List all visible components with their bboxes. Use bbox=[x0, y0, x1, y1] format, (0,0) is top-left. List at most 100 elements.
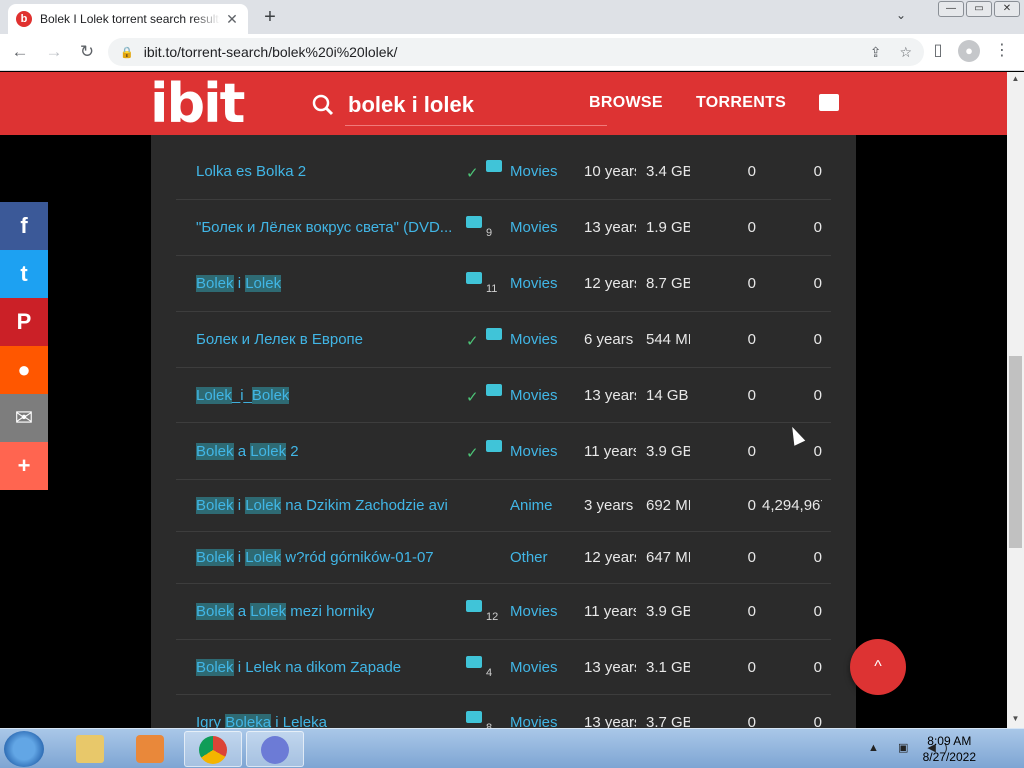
name-text: Igry bbox=[196, 714, 226, 728]
twitter-icon[interactable]: t bbox=[0, 250, 48, 298]
share-icon[interactable]: ⇪ bbox=[870, 44, 882, 61]
search-highlight: Boleka bbox=[225, 714, 272, 728]
search-highlight: Bolek bbox=[196, 497, 234, 514]
clock[interactable]: 8:09 AM 8/27/2022 bbox=[923, 733, 976, 765]
torrent-name-link[interactable]: Lolka es Bolka 2 bbox=[196, 163, 306, 180]
comment-count: 11 bbox=[486, 283, 498, 295]
more-icon[interactable]: + bbox=[0, 442, 48, 490]
pinterest-icon[interactable]: P bbox=[0, 298, 48, 346]
site-logo[interactable]: ibit bbox=[150, 76, 245, 132]
search-highlight: Bolek bbox=[196, 442, 234, 460]
taskbar-chrome[interactable] bbox=[184, 731, 242, 767]
profile-button[interactable]: ● bbox=[958, 40, 982, 62]
tab-close-icon[interactable]: ✕ bbox=[224, 11, 240, 28]
age-cell: 11 years bbox=[584, 442, 636, 460]
category-link[interactable]: Anime bbox=[510, 497, 553, 514]
tab-search-chevron-icon[interactable]: ⌄ bbox=[896, 8, 906, 22]
close-window-button[interactable]: ✕ bbox=[994, 1, 1020, 17]
side-panel-icon[interactable]: ▯ bbox=[926, 40, 950, 60]
taskbar-torrent-client[interactable] bbox=[246, 731, 304, 767]
search-highlight: Bolek bbox=[196, 275, 234, 292]
comment-icon bbox=[486, 328, 502, 340]
seeders-cell: 0 bbox=[747, 275, 756, 292]
comment-count: 9 bbox=[486, 226, 493, 239]
verified-check-icon: ✓ bbox=[466, 388, 479, 406]
minimize-button[interactable]: — bbox=[938, 1, 964, 17]
torrent-name-link[interactable]: Igry Boleka i Leleka bbox=[196, 714, 327, 728]
address-bar[interactable]: 🔒 ibit.to/torrent-search/bolek%20i%20lol… bbox=[108, 38, 924, 66]
comment-icon bbox=[486, 383, 502, 396]
start-button[interactable] bbox=[4, 731, 44, 767]
torrent-name-link[interactable]: Bolek i Lolek na Dzikim Zachodzie avi bbox=[196, 497, 448, 514]
category-link[interactable]: Movies bbox=[510, 387, 558, 404]
reload-icon[interactable]: ↻ bbox=[75, 40, 99, 64]
email-icon[interactable]: ✉ bbox=[0, 394, 48, 442]
results-panel: Lolka es Bolka 2 ✓ Movies 10 years 3.4 GB 0 0 "… bbox=[151, 135, 856, 728]
torrent-name-link[interactable]: Болек и Лелек в Европе bbox=[196, 331, 363, 348]
seeders-cell: 0 bbox=[747, 163, 756, 180]
search-highlight: Bolek bbox=[196, 549, 234, 566]
reddit-icon[interactable]: ● bbox=[0, 346, 48, 394]
scroll-up-icon[interactable]: ▲ bbox=[1007, 74, 1024, 83]
table-row[interactable]: Болек и Лелек в Европе ✓ Movies 6 years 544 … bbox=[176, 312, 831, 368]
facebook-icon[interactable]: f bbox=[0, 202, 48, 250]
name-text: i Lelek na dikom Zapade bbox=[233, 658, 402, 676]
size-cell: 14 GB bbox=[646, 386, 689, 404]
age-cell: 11 years bbox=[584, 603, 636, 620]
category-link[interactable]: Movies bbox=[510, 275, 558, 292]
category-link[interactable]: Other bbox=[510, 549, 548, 566]
bookmark-star-icon[interactable]: ☆ bbox=[899, 44, 912, 61]
table-row[interactable]: Igry Boleka i Leleka 8 Movies 13 years 3.7 G… bbox=[176, 695, 831, 728]
leechers-cell: 4,294,967, bbox=[762, 497, 822, 514]
table-row[interactable]: Lolka es Bolka 2 ✓ Movies 10 years 3.4 GB 0 0 bbox=[176, 144, 831, 200]
account-icon[interactable] bbox=[819, 94, 839, 111]
back-arrow-icon[interactable]: ← bbox=[8, 40, 32, 64]
torrent-name-link[interactable]: "Болек и Лёлек вокрус света" (DVD... bbox=[196, 219, 452, 236]
torrent-name-link[interactable]: Bolek i Lolek bbox=[196, 275, 282, 292]
torrent-name-link[interactable]: Bolek a Lolek 2 bbox=[196, 442, 299, 460]
table-row[interactable]: Bolek a Lolek 2 ✓ Movies 11 years 3.9 GB 0 0 bbox=[176, 423, 831, 480]
torrent-name-link[interactable]: Bolek i Lolek w?ród górników-01-07 bbox=[196, 549, 434, 566]
name-text: na Dzikim Zachodzie avi bbox=[281, 497, 448, 514]
category-link[interactable]: Movies bbox=[510, 331, 558, 348]
taskbar-media-player[interactable] bbox=[122, 731, 180, 767]
category-link[interactable]: Movies bbox=[510, 714, 558, 728]
age-cell: 13 years bbox=[584, 714, 636, 728]
torrent-name-link[interactable]: Bolek i Lelek na dikom Zapade bbox=[196, 658, 402, 676]
category-link[interactable]: Movies bbox=[510, 219, 558, 236]
category-link[interactable]: Movies bbox=[510, 659, 558, 676]
nav-torrents-link[interactable]: TORRENTS bbox=[696, 94, 786, 112]
search-input[interactable]: bolek i lolek bbox=[348, 92, 474, 118]
clock-time: 8:09 AM bbox=[927, 734, 972, 748]
browser-tab[interactable]: b Bolek I Lolek torrent search results ✕ bbox=[8, 4, 248, 34]
table-row[interactable]: Bolek i Lolek 11 Movies 12 years 8.7 GB 0 0 bbox=[176, 256, 831, 312]
category-link[interactable]: Movies bbox=[510, 163, 558, 180]
category-link[interactable]: Movies bbox=[510, 443, 558, 460]
table-row[interactable]: Bolek i Lolek w?ród górników-01-07 Other 1… bbox=[176, 532, 831, 584]
category-link[interactable]: Movies bbox=[510, 603, 558, 620]
scroll-to-top-button[interactable]: ^ bbox=[850, 639, 906, 695]
forward-arrow-icon[interactable]: → bbox=[42, 40, 66, 64]
maximize-button[interactable]: ▭ bbox=[966, 1, 992, 17]
scroll-down-icon[interactable]: ▼ bbox=[1007, 714, 1024, 723]
table-row[interactable]: Lolek_i_Bolek ✓ Movies 13 years 14 GB 0 0 bbox=[176, 368, 831, 423]
new-tab-button[interactable]: + bbox=[258, 6, 282, 30]
table-row[interactable]: "Болек и Лёлек вокрус света" (DVD... 9 Mov… bbox=[176, 199, 831, 256]
page-scrollbar[interactable]: ▲ ▼ bbox=[1007, 72, 1024, 728]
url-text: ibit.to/torrent-search/bolek%20i%20lolek… bbox=[143, 44, 398, 60]
menu-dots-icon[interactable]: ⋮ bbox=[990, 40, 1014, 60]
table-row[interactable]: Bolek a Lolek mezi horniky 12 Movies 11 yea… bbox=[176, 584, 831, 640]
nav-browse-link[interactable]: BROWSE bbox=[589, 94, 663, 112]
search-icon[interactable] bbox=[312, 94, 334, 116]
browser-toolbar: ← → ↻ 🔒 ibit.to/torrent-search/bolek%20i… bbox=[0, 34, 1024, 71]
torrent-name-link[interactable]: Bolek a Lolek mezi horniky bbox=[196, 603, 374, 620]
search-highlight: Lolek bbox=[250, 603, 287, 620]
name-text: _i_ bbox=[231, 386, 252, 404]
table-row[interactable]: Bolek i Lelek na dikom Zapade 4 Movies 13 y… bbox=[176, 640, 831, 695]
torrent-name-link[interactable]: Lolek_i_Bolek bbox=[196, 386, 290, 404]
window-controls: — ▭ ✕ bbox=[938, 1, 1020, 17]
scroll-thumb[interactable] bbox=[1009, 356, 1022, 548]
table-row[interactable]: Bolek i Lolek na Dzikim Zachodzie avi Ani… bbox=[176, 480, 831, 532]
taskbar-explorer[interactable] bbox=[62, 731, 120, 767]
verified-check-icon: ✓ bbox=[466, 165, 479, 182]
